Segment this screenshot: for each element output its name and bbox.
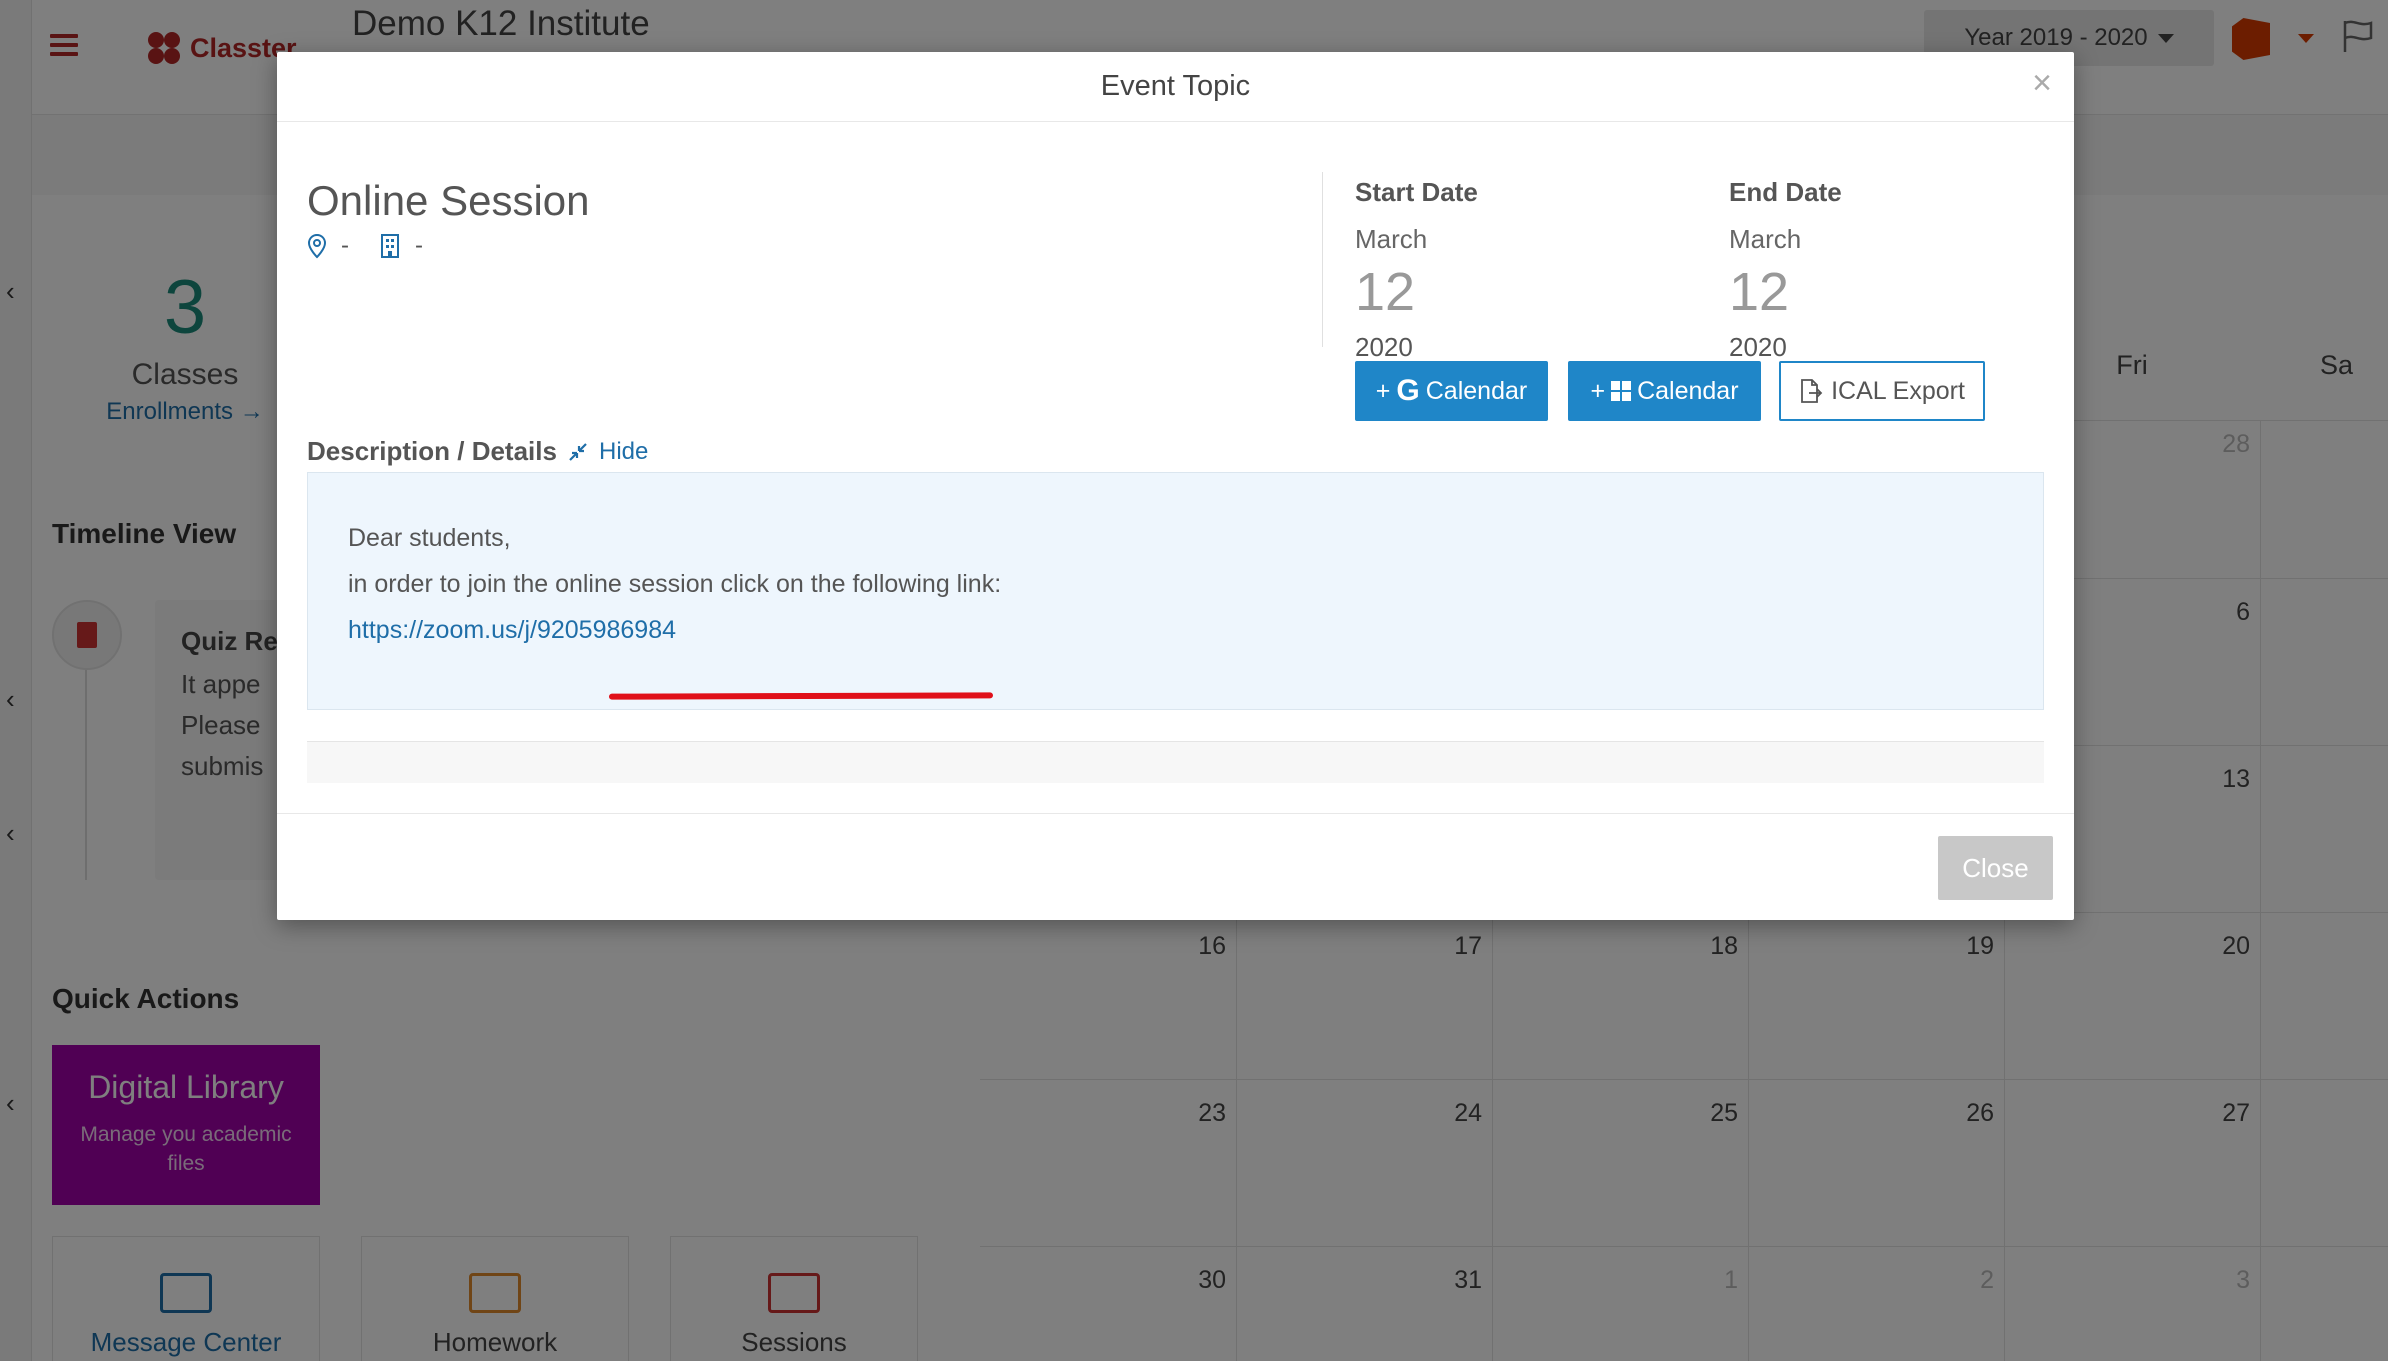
end-date-year: 2020 <box>1729 332 1787 363</box>
close-icon[interactable]: × <box>2024 66 2060 102</box>
modal-header: Event Topic <box>277 52 2074 122</box>
google-icon: G <box>1396 374 1420 407</box>
map-pin-icon <box>307 233 327 259</box>
google-calendar-button[interactable]: + G Calendar <box>1355 361 1548 421</box>
vertical-divider <box>1322 172 1323 347</box>
start-date-label: Start Date <box>1355 177 1478 207</box>
collapse-icon <box>569 443 587 461</box>
windows-calendar-button[interactable]: + Calendar <box>1568 361 1761 421</box>
modal-title: Event Topic <box>1100 70 1251 102</box>
ical-export-label: ICAL Export <box>1831 376 1965 405</box>
description-line: in order to join the online session clic… <box>348 570 1002 598</box>
start-date-year: 2020 <box>1355 332 1413 363</box>
windows-calendar-label: Calendar <box>1637 376 1739 405</box>
description-line: Dear students, <box>348 524 511 552</box>
building-icon <box>381 234 399 258</box>
end-date-month: March <box>1729 224 1802 254</box>
plus-icon: + <box>1375 376 1391 405</box>
description-label: Description / Details <box>307 436 557 466</box>
windows-icon <box>1611 381 1632 401</box>
end-date: End Date March 12 2020 <box>1729 177 1842 363</box>
modal-footer-divider <box>277 813 2074 814</box>
location-value: - <box>341 232 349 259</box>
hide-label: Hide <box>599 438 649 465</box>
zoom-link[interactable]: https://zoom.us/j/9205986984 <box>348 607 676 653</box>
end-date-label: End Date <box>1729 177 1842 207</box>
start-date-day: 12 <box>1355 262 1416 322</box>
description-box: Dear students, in order to join the onli… <box>307 472 2044 710</box>
event-topic-modal: Event Topic × Online Session - - Start D… <box>277 52 2074 920</box>
details-footer-bar <box>307 741 2044 783</box>
building-value: - <box>415 232 423 259</box>
hide-description-link[interactable]: Hide <box>567 438 648 466</box>
plus-icon: + <box>1590 376 1606 405</box>
google-calendar-label: Calendar <box>1425 376 1528 405</box>
close-button[interactable]: Close <box>1938 836 2053 900</box>
start-date-month: March <box>1355 224 1428 254</box>
event-title: Online Session <box>307 177 590 224</box>
event-meta: - - <box>307 232 423 260</box>
ical-export-button[interactable]: ICAL Export <box>1779 361 1985 421</box>
end-date-day: 12 <box>1729 262 1790 322</box>
start-date: Start Date March 12 2020 <box>1355 177 1478 363</box>
file-export-icon <box>1801 379 1823 403</box>
